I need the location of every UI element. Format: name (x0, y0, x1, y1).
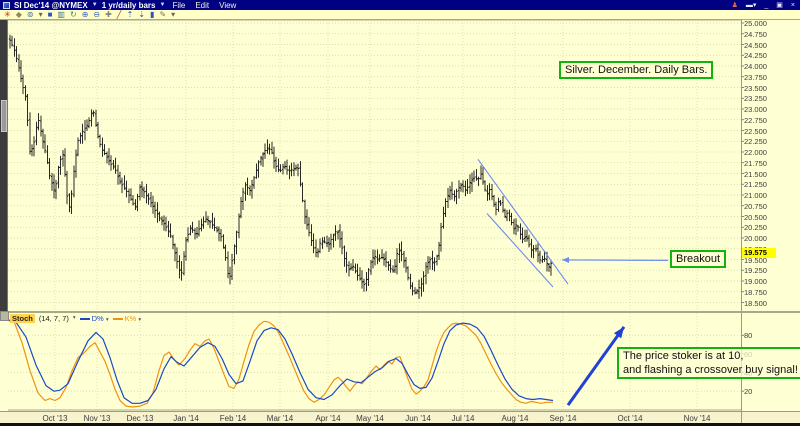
stoker-note-line2: and flashing a crossover buy signal! (623, 363, 798, 377)
month-axis-label: Aug '14 (502, 414, 529, 423)
price-axis-label: 21.500 (744, 170, 767, 179)
refresh-icon[interactable]: ↻ (70, 11, 77, 19)
month-axis-label: Nov '14 (684, 414, 711, 423)
price-axis-label: 22.000 (744, 148, 767, 157)
price-axis-label: 20.500 (744, 213, 767, 222)
flag-down-icon[interactable]: ⇣ (138, 11, 145, 19)
date-axis-strip (0, 411, 800, 423)
month-axis-label: Mar '14 (267, 414, 293, 423)
drawing-toolbar: ✳ ◆ ⊚ ▾ ■ ▥ ↻ ⊕ ⊖ ✚ ╱ ⇡ ⇣ ▮ ✎ ▾ (0, 10, 800, 20)
month-axis-label: Apr '14 (315, 414, 340, 423)
titlebar-tools-icon[interactable]: ▬▾ (744, 1, 759, 9)
month-axis-label: Sep '14 (550, 414, 577, 423)
user-icon[interactable]: ♟ (730, 1, 740, 9)
panel-splitter-handle[interactable] (0, 311, 9, 321)
price-axis-label: 24.250 (744, 51, 767, 60)
zoom-out-icon[interactable]: ⊖ (93, 11, 100, 19)
stoch-axis-label: 80 (744, 331, 752, 340)
stoch-axis-label: 20 (744, 387, 752, 396)
price-axis-label: 22.500 (744, 127, 767, 136)
charting-app-window: SI Dec'14 @NYMEX ▼ 1 yr/daily bars ▼ Fil… (0, 0, 800, 426)
month-axis-label: Feb '14 (220, 414, 246, 423)
annotation-breakout[interactable]: Breakout (670, 250, 726, 268)
price-axis-label: 22.750 (744, 116, 767, 125)
app-icon (3, 2, 10, 9)
month-axis-label: Oct '13 (42, 414, 67, 423)
price-axis-label: 21.250 (744, 180, 767, 189)
symbol-title[interactable]: SI Dec'14 @NYMEX (14, 1, 88, 10)
price-axis-label: 24.750 (744, 30, 767, 39)
bars-style-icon[interactable]: ▥ (57, 11, 65, 19)
magnifier-caret-icon[interactable]: ▾ (39, 11, 43, 19)
stoker-note-line1: The price stoker is at 10, (623, 349, 798, 363)
crosshair-icon[interactable]: ✚ (105, 11, 112, 19)
legend-series-k[interactable]: K% ▾ (113, 314, 142, 323)
period-caret-icon[interactable]: ▼ (160, 2, 166, 8)
menu-file[interactable]: File (169, 1, 188, 10)
close-icon[interactable]: × (789, 2, 797, 9)
d-line-swatch-icon (80, 318, 90, 320)
pointer-icon[interactable]: ◆ (16, 11, 22, 19)
k-line-swatch-icon (113, 318, 123, 320)
last-price-tag: 19.575 (742, 248, 776, 258)
annotation-stoker-note[interactable]: The price stoker is at 10, and flashing … (617, 347, 800, 379)
stoch-legend: Stoch (14, 7, 7) ▾ D% ▾ K% ▾ (10, 313, 141, 323)
price-axis-label: 21.000 (744, 191, 767, 200)
zoom-in-icon[interactable]: ⊕ (82, 11, 89, 19)
price-axis-label: 20.750 (744, 202, 767, 211)
month-axis-label: Nov '13 (84, 414, 111, 423)
period-selector[interactable]: 1 yr/daily bars (102, 1, 156, 10)
price-axis-label: 24.000 (744, 62, 767, 71)
month-axis-label: Jun '14 (405, 414, 431, 423)
price-axis-label: 23.250 (744, 94, 767, 103)
k-caret-icon[interactable]: ▾ (138, 317, 141, 323)
stoch-params: (14, 7, 7) (39, 314, 69, 323)
price-axis-label: 18.500 (744, 299, 767, 308)
month-axis-label: Jul '14 (452, 414, 475, 423)
month-axis-label: Oct '14 (617, 414, 642, 423)
magnifier-icon[interactable]: ⊚ (27, 11, 34, 19)
symbol-caret-icon[interactable]: ▼ (92, 2, 98, 8)
menu-edit[interactable]: Edit (192, 1, 212, 10)
price-axis-label: 22.250 (744, 137, 767, 146)
left-scrollbar-thumb[interactable] (1, 100, 7, 132)
grid-icon[interactable]: ■ (48, 11, 53, 19)
title-bar: SI Dec'14 @NYMEX ▼ 1 yr/daily bars ▼ Fil… (0, 0, 800, 10)
marker-icon[interactable]: ▮ (150, 11, 154, 19)
star-icon[interactable]: ✳ (4, 11, 11, 19)
left-scrollbar[interactable] (0, 20, 8, 311)
menu-view[interactable]: View (216, 1, 239, 10)
trendline-icon[interactable]: ╱ (117, 11, 122, 19)
price-axis-label: 23.500 (744, 84, 767, 93)
month-axis-label: May '14 (356, 414, 384, 423)
stoch-caret-icon[interactable]: ▾ (73, 315, 76, 321)
price-axis-label: 20.000 (744, 234, 767, 243)
pencil-icon[interactable]: ✎ (159, 11, 166, 19)
price-axis-label: 19.250 (744, 266, 767, 275)
tools-caret-icon[interactable]: ▾ (171, 11, 175, 19)
price-axis-label: 25.000 (744, 19, 767, 28)
price-axis-label: 18.750 (744, 288, 767, 297)
price-axis-label: 19.000 (744, 277, 767, 286)
month-axis-label: Dec '13 (127, 414, 154, 423)
d-caret-icon[interactable]: ▾ (106, 317, 109, 323)
price-axis-label: 20.250 (744, 223, 767, 232)
minimize-icon[interactable]: _ (762, 2, 770, 9)
price-axis-label: 24.500 (744, 41, 767, 50)
legend-series-d[interactable]: D% ▾ (80, 314, 109, 323)
price-axis-label: 23.000 (744, 105, 767, 114)
maximize-icon[interactable]: ▣ (774, 1, 785, 9)
flag-up-icon[interactable]: ⇡ (127, 11, 134, 19)
stoch-indicator-name[interactable]: Stoch (10, 314, 35, 323)
price-axis-label: 23.750 (744, 73, 767, 82)
price-axis-label: 21.750 (744, 159, 767, 168)
annotation-silver-note[interactable]: Silver. December. Daily Bars. (559, 61, 713, 79)
month-axis-label: Jan '14 (173, 414, 199, 423)
